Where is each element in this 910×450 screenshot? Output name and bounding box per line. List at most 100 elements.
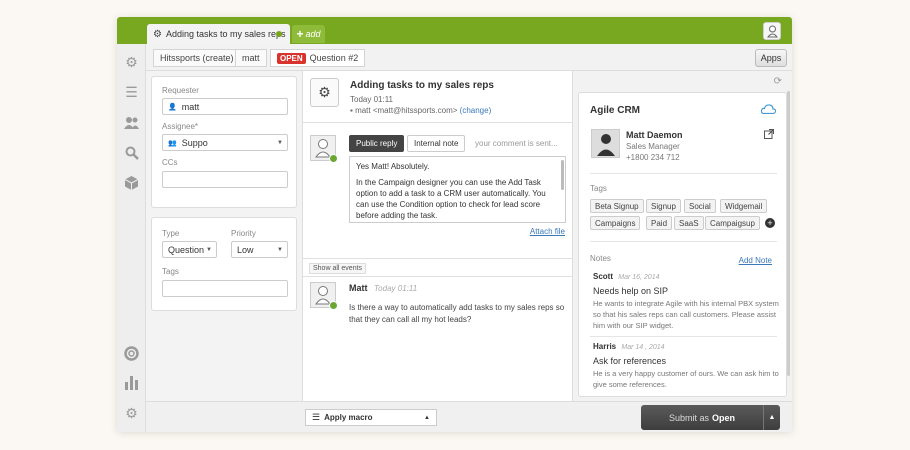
note-author-name: Scott	[593, 272, 613, 281]
apps-button-label: Apps	[760, 53, 782, 63]
ccs-field[interactable]	[162, 171, 288, 188]
cube-icon[interactable]	[124, 176, 139, 191]
status-badge: OPEN	[277, 52, 306, 64]
ticket-tab[interactable]: ⚙ Adding tasks to my sales reps	[147, 24, 290, 44]
crm-tag[interactable]: Signup	[646, 199, 681, 213]
reports-chart-icon[interactable]	[124, 376, 139, 391]
crm-tag[interactable]: SaaS	[674, 216, 704, 230]
apps-button[interactable]: Apps	[755, 49, 787, 67]
submit-options-button[interactable]: ▲	[763, 405, 780, 430]
crm-tag[interactable]: Campaigns	[590, 216, 641, 230]
user-avatar-icon	[596, 133, 615, 156]
users-icon[interactable]	[124, 116, 139, 131]
attach-file-link[interactable]: Attach file	[530, 227, 565, 236]
comment-textarea[interactable]: Yes Matt! Absolutely. In the Campaign de…	[349, 156, 566, 223]
chevron-up-icon: ▲	[768, 414, 776, 421]
user-avatar-icon	[315, 139, 331, 158]
sidebar: ⚙ ☰ ⚙	[117, 44, 146, 432]
add-tag-icon[interactable]: +	[765, 218, 775, 228]
reply-composer: Public reply Internal note your comment …	[303, 122, 573, 242]
help-lifebuoy-icon[interactable]	[124, 346, 139, 361]
divider	[590, 173, 777, 174]
public-reply-tab[interactable]: Public reply	[349, 135, 405, 152]
comment-recipient-hint: your comment is sent...	[475, 139, 558, 148]
crm-tag[interactable]: Paid	[646, 216, 673, 230]
divider	[590, 336, 777, 337]
internal-note-label: Internal note	[414, 139, 459, 148]
type-select[interactable]: Question ▼	[162, 241, 217, 258]
ccs-label: CCs	[162, 158, 178, 167]
settings-icon[interactable]: ⚙	[124, 55, 139, 70]
views-icon[interactable]: ☰	[124, 85, 139, 100]
online-status-icon	[329, 154, 338, 163]
event-time: Today 01:11	[374, 284, 418, 293]
submit-prefix: Submit as	[668, 412, 709, 423]
breadcrumb-user-label: matt	[242, 53, 260, 63]
note-body: He wants to integrate Agile with his int…	[593, 299, 779, 330]
agent-avatar	[310, 135, 338, 163]
crm-tag[interactable]: Beta Signup	[590, 199, 644, 213]
breadcrumb-org-label: Hitssports (create)	[160, 53, 234, 63]
requester-field[interactable]: 👤 matt	[162, 98, 288, 115]
ticket-options-button[interactable]: ⚙	[310, 78, 339, 107]
contact-name[interactable]: Matt Daemon	[626, 130, 683, 140]
comment-scrollbar[interactable]	[561, 160, 564, 190]
change-requester-link[interactable]: (change)	[460, 106, 492, 115]
comment-para-1: Yes Matt! Absolutely.	[356, 162, 430, 171]
type-label: Type	[162, 229, 180, 238]
breadcrumb-user[interactable]: matt	[235, 49, 267, 67]
refresh-icon[interactable]: ⟳	[774, 76, 782, 87]
agile-crm-widget: Agile CRM Matt Daemon Sales Manager +180…	[578, 92, 787, 397]
requester-label: Requester	[162, 86, 199, 95]
note-author-name: Harris	[593, 342, 617, 351]
submit-button[interactable]: Submit as Open	[641, 405, 763, 430]
add-note-link[interactable]: Add Note	[739, 256, 772, 265]
priority-select[interactable]: Low ▼	[231, 241, 288, 258]
external-link-icon[interactable]	[764, 128, 775, 142]
note-body: He is a very happy customer of ours. We …	[593, 369, 779, 389]
crm-tags-label: Tags	[590, 184, 607, 193]
ticket-email-line: ▪ matt <matt@hitssports.com> (change)	[350, 106, 491, 115]
note-date: Mar 16, 2014	[618, 274, 660, 281]
assignee-select[interactable]: 👥 Suppo ▼	[162, 134, 288, 151]
search-icon[interactable]	[124, 146, 139, 161]
divider	[590, 241, 777, 242]
breadcrumb-ticket[interactable]: OPEN Question #2	[270, 49, 366, 67]
admin-gear-icon[interactable]: ⚙	[124, 406, 139, 421]
tags-label: Tags	[162, 267, 179, 276]
person-icon: 👤	[168, 103, 177, 111]
show-all-events-button[interactable]: Show all events	[309, 263, 367, 274]
note-subject: Needs help on SIP	[593, 286, 669, 296]
group-icon: 👥	[168, 139, 177, 147]
status-dot-icon	[276, 31, 282, 37]
internal-note-tab[interactable]: Internal note	[407, 135, 466, 152]
apps-scrollbar[interactable]	[787, 91, 790, 376]
crm-tag[interactable]: Widgemail	[720, 199, 768, 213]
add-tab-button[interactable]: + add	[292, 25, 325, 43]
ticket-subject: Adding tasks to my sales reps	[350, 80, 494, 91]
ticket-attributes-card: Type Question ▼ Priority Low ▼ Tags	[151, 217, 297, 311]
crm-tag[interactable]: Social	[684, 199, 716, 213]
chevron-down-icon: ▼	[206, 246, 212, 253]
note-subject: Ask for references	[593, 356, 667, 366]
show-all-events-label: Show all events	[313, 265, 363, 272]
cloud-icon[interactable]	[760, 103, 777, 117]
crm-tag[interactable]: Campaigsup	[705, 216, 760, 230]
people-card: Requester 👤 matt Assignee* 👥 Suppo ▼ CCs	[151, 76, 297, 208]
divider	[303, 258, 573, 259]
submit-status: Open	[712, 412, 736, 423]
user-avatar-icon	[766, 25, 778, 37]
apply-macro-select[interactable]: ☰ Apply macro ▲	[305, 409, 437, 426]
user-menu-button[interactable]	[763, 22, 781, 40]
tags-field[interactable]	[162, 280, 288, 297]
note-author: Harris Mar 14 , 2014	[593, 342, 665, 351]
breadcrumb: Hitssports (create) matt OPEN Question #…	[146, 44, 792, 71]
app-window: ⚙ Adding tasks to my sales reps + add ⚙ …	[117, 17, 792, 432]
plus-icon: +	[296, 27, 304, 41]
event-author: Matt Today 01:11	[349, 283, 417, 293]
ticket-properties-panel: Requester 👤 matt Assignee* 👥 Suppo ▼ CCs…	[146, 71, 303, 401]
list-icon: ☰	[312, 412, 321, 422]
contact-title: Sales Manager	[626, 142, 680, 151]
breadcrumb-org[interactable]: Hitssports (create)	[153, 49, 241, 67]
chevron-up-icon: ▲	[424, 414, 430, 421]
